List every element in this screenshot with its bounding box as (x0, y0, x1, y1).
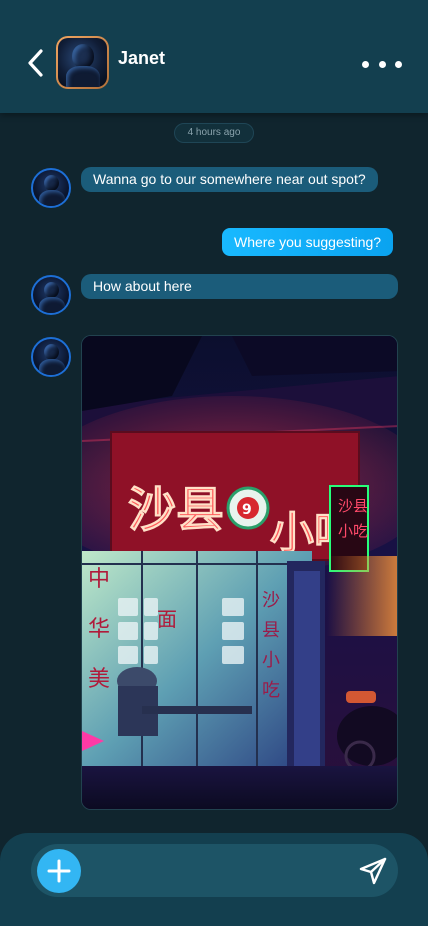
svg-text:华: 华 (88, 617, 110, 642)
more-options-button[interactable] (362, 56, 402, 72)
svg-text:沙: 沙 (262, 590, 280, 611)
back-button[interactable] (22, 46, 48, 80)
contact-avatar[interactable] (56, 36, 109, 89)
more-horizontal-icon-dot (378, 60, 386, 68)
sender-avatar[interactable] (31, 168, 71, 208)
svg-text:面: 面 (157, 607, 177, 631)
avatar-image (58, 38, 107, 87)
contact-name[interactable]: Janet (118, 48, 165, 69)
sign-text: 沙县 (128, 482, 224, 538)
chevron-left-icon (28, 49, 43, 77)
send-icon (359, 857, 387, 885)
incoming-message-bubble[interactable]: Wanna go to our somewhere near out spot? (81, 167, 378, 192)
svg-text:中: 中 (88, 567, 110, 592)
svg-text:吃: 吃 (262, 680, 280, 701)
shared-photo[interactable]: 沙县 小吃 9 沙县 小吃 中 华 美 面 沙 县 小 吃 (81, 335, 398, 810)
more-horizontal-icon (362, 60, 369, 68)
svg-text:9: 9 (242, 502, 252, 518)
message-input[interactable] (92, 855, 346, 889)
more-horizontal-icon-dot (395, 60, 402, 68)
sender-avatar[interactable] (31, 337, 71, 377)
send-button[interactable] (358, 856, 388, 886)
plus-icon (47, 859, 71, 883)
svg-text:沙县: 沙县 (338, 497, 368, 515)
sender-avatar[interactable] (31, 275, 71, 315)
svg-text:县: 县 (262, 620, 280, 641)
incoming-message-bubble[interactable]: How about here (81, 274, 398, 299)
chat-header: Janet (0, 0, 428, 113)
svg-text:小吃: 小吃 (338, 522, 368, 540)
storefront-photo: 沙县 小吃 9 沙县 小吃 中 华 美 面 沙 县 小 吃 (82, 336, 397, 809)
timestamp-pill: 4 hours ago (174, 123, 254, 143)
outgoing-message-bubble[interactable]: Where you suggesting? (222, 228, 394, 256)
add-attachment-button[interactable] (37, 849, 81, 893)
chat-screen: Janet 4 hours ago Wanna go to our somewh… (0, 0, 428, 926)
svg-text:美: 美 (88, 667, 110, 692)
svg-text:小: 小 (262, 650, 280, 671)
